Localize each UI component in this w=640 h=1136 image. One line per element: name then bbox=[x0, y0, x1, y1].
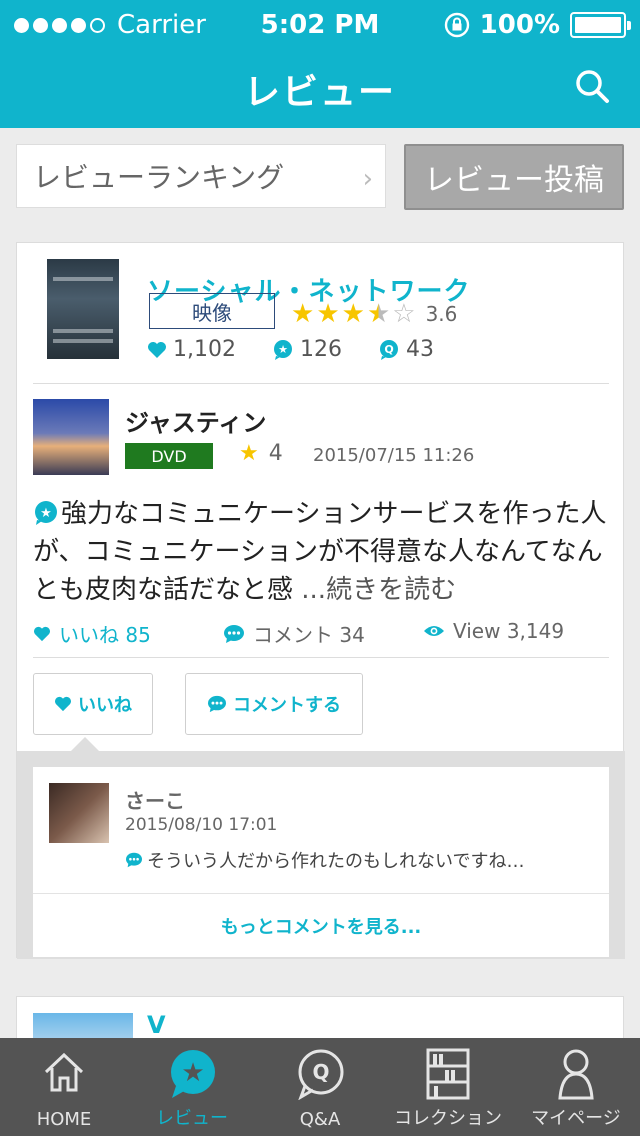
work-likes-count: 1,102 bbox=[173, 337, 236, 362]
star-empty-icon: ☆ bbox=[392, 299, 416, 329]
heart-icon bbox=[148, 341, 166, 358]
tab-home-label: HOME bbox=[36, 1109, 92, 1130]
work-questions: Q 43 bbox=[378, 337, 434, 362]
work-questions-count: 43 bbox=[405, 337, 434, 362]
commenter-name[interactable]: さーこ bbox=[125, 785, 185, 814]
format-badge: DVD bbox=[125, 443, 213, 469]
comment-bubble-icon bbox=[126, 852, 142, 868]
like-count-label: いいね 85 bbox=[59, 623, 151, 647]
eye-icon bbox=[424, 626, 444, 636]
post-review-label: レビュー投稿 bbox=[424, 163, 604, 198]
reviewer-avatar[interactable] bbox=[33, 399, 109, 475]
action-row: レビューランキング › レビュー投稿 bbox=[16, 144, 624, 210]
work-summary[interactable]: ソーシャル・ネットワーク 映像 ★ ★ ★ ★ ☆ 3.6 1,102 ★ 12… bbox=[47, 259, 607, 369]
home-icon bbox=[44, 1052, 84, 1092]
tab-collection[interactable]: コレクション bbox=[384, 1038, 512, 1136]
view-count-label: View 3,149 bbox=[453, 619, 565, 643]
search-icon[interactable] bbox=[572, 66, 612, 106]
svg-text:★: ★ bbox=[181, 1058, 204, 1088]
read-more-link[interactable]: ...続きを読む bbox=[301, 575, 456, 605]
tab-review-label: レビュー bbox=[156, 1108, 228, 1129]
comment-button-label: コメントする bbox=[233, 695, 341, 716]
review-stats: いいね 85 コメント 34 View 3,149 bbox=[33, 619, 609, 649]
reviewer-name[interactable]: ジャスティン bbox=[125, 403, 266, 438]
commenter-avatar[interactable] bbox=[49, 783, 109, 843]
comment-body: そういう人だから作れたのもしれないですね… bbox=[125, 847, 524, 873]
work-reviews: ★ 126 bbox=[272, 337, 342, 362]
qa-icon: Q bbox=[298, 1049, 344, 1100]
battery-icon bbox=[570, 12, 631, 38]
comment-button[interactable]: コメントする bbox=[185, 673, 363, 735]
review-card: ソーシャル・ネットワーク 映像 ★ ★ ★ ★ ☆ 3.6 1,102 ★ 12… bbox=[16, 242, 625, 959]
work-poster[interactable] bbox=[47, 259, 119, 359]
svg-text:Q: Q bbox=[384, 343, 393, 356]
tab-mypage[interactable]: マイページ bbox=[512, 1038, 640, 1136]
tab-qa[interactable]: Q Q&A bbox=[256, 1038, 384, 1136]
review-view-count: View 3,149 bbox=[423, 619, 564, 643]
star-filled-icon: ★ bbox=[291, 299, 315, 329]
work-reviews-count: 126 bbox=[299, 337, 342, 362]
status-time: 5:02 PM bbox=[260, 10, 380, 40]
page-title: レビュー bbox=[243, 72, 396, 113]
review-action-buttons: いいね コメントする bbox=[33, 673, 609, 737]
star-filled-icon: ★ bbox=[341, 299, 365, 329]
like-button[interactable]: いいね bbox=[33, 673, 153, 735]
navigation-bar: レビュー bbox=[0, 50, 640, 128]
reviewer-rating-value: 4 bbox=[268, 441, 283, 466]
divider bbox=[33, 383, 609, 384]
person-icon bbox=[558, 1049, 594, 1100]
work-stats: 1,102 ★ 126 Q 43 bbox=[147, 337, 470, 362]
post-review-button[interactable]: レビュー投稿 bbox=[404, 144, 624, 210]
comment-bubble-icon bbox=[224, 624, 244, 643]
comment-date: 2015/08/10 17:01 bbox=[125, 815, 278, 835]
comment-text: そういう人だから作れたのもしれないですね… bbox=[147, 851, 525, 872]
svg-text:★: ★ bbox=[40, 506, 52, 521]
more-comments-link[interactable]: もっとコメントを見る... bbox=[33, 895, 609, 957]
chevron-right-icon: › bbox=[362, 164, 373, 194]
work-likes: 1,102 bbox=[147, 337, 236, 362]
divider bbox=[33, 657, 609, 658]
review-ranking-button[interactable]: レビューランキング › bbox=[16, 144, 386, 208]
review-ranking-label: レビューランキング bbox=[33, 161, 285, 194]
app-header: Carrier 5:02 PM 100% レビュー bbox=[0, 0, 640, 128]
tab-review[interactable]: ★ レビュー bbox=[128, 1038, 256, 1136]
work-rating-value: 3.6 bbox=[425, 302, 458, 326]
status-bar: Carrier 5:02 PM 100% bbox=[0, 0, 640, 50]
heart-icon bbox=[55, 696, 71, 712]
tab-bar: HOME ★ レビュー Q Q&A コレクション マイページ bbox=[0, 1038, 640, 1136]
star-filled-icon: ★ bbox=[239, 441, 259, 466]
tab-qa-label: Q&A bbox=[299, 1109, 341, 1130]
comment-count-label: コメント 34 bbox=[253, 623, 365, 647]
bookshelf-icon bbox=[426, 1048, 470, 1100]
review-star-icon: ★ bbox=[171, 1050, 215, 1098]
media-type-badge: 映像 bbox=[149, 293, 275, 329]
tab-home[interactable]: HOME bbox=[0, 1038, 128, 1136]
review-bubble-icon: ★ bbox=[273, 339, 292, 360]
svg-text:★: ★ bbox=[278, 343, 288, 356]
divider bbox=[33, 893, 609, 894]
review-date: 2015/07/15 11:26 bbox=[313, 445, 475, 466]
reviewer-rating: ★ 4 bbox=[239, 441, 283, 466]
heart-icon bbox=[34, 626, 50, 641]
reviewer-info: ジャスティン DVD ★ 4 2015/07/15 11:26 bbox=[33, 399, 609, 479]
svg-text:Q: Q bbox=[312, 1060, 329, 1084]
star-half-icon: ★ bbox=[366, 299, 391, 329]
work-rating: ★ ★ ★ ★ ☆ 3.6 bbox=[291, 299, 457, 329]
comment-bubble-icon bbox=[208, 695, 226, 713]
tab-mypage-label: マイページ bbox=[531, 1108, 621, 1129]
review-body[interactable]: ★ 強力なコミュニケーションサービスを作った人が、コミュニケーションが不得意な人な… bbox=[33, 495, 609, 609]
comment-section: さーこ 2015/08/10 17:01 そういう人だから作れたのもしれないです… bbox=[17, 737, 625, 959]
tab-collection-label: コレクション bbox=[394, 1108, 502, 1129]
comment-item: さーこ 2015/08/10 17:01 そういう人だから作れたのもしれないです… bbox=[33, 767, 609, 957]
review-like-count: いいね 85 bbox=[33, 619, 151, 648]
review-comment-count: コメント 34 bbox=[223, 619, 365, 648]
like-button-label: いいね bbox=[78, 695, 132, 716]
question-bubble-icon: Q bbox=[379, 339, 398, 360]
star-filled-icon: ★ bbox=[316, 299, 340, 329]
work-title[interactable]: V bbox=[147, 1011, 166, 1039]
comment-pointer bbox=[71, 737, 99, 751]
review-bubble-icon: ★ bbox=[35, 501, 57, 525]
